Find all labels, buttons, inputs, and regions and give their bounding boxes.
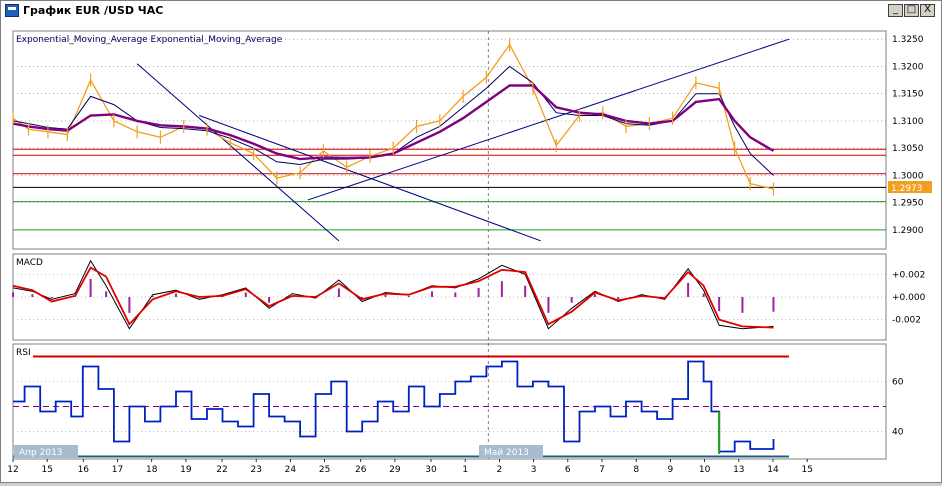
x-tick-label: 6: [565, 465, 571, 475]
x-tick-label: 7: [599, 465, 605, 475]
x-tick-label: 8: [633, 465, 639, 475]
x-tick-label: 29: [389, 465, 401, 475]
chart-app-icon: [5, 4, 19, 17]
minimize-button[interactable]: _: [888, 4, 903, 17]
rsi-panel-frame: [12, 343, 887, 460]
price-tick-label: 1.3150: [892, 90, 924, 100]
x-tick-label: 19: [180, 465, 192, 475]
x-tick-label: 10: [699, 465, 711, 475]
x-tick-label: 13: [733, 465, 744, 475]
x-tick-label: 14: [767, 465, 779, 475]
x-tick-label: 25: [319, 465, 330, 475]
price-tick-label: 1.3050: [892, 144, 924, 154]
x-tick-label: 26: [355, 465, 367, 475]
x-tick-label: 15: [801, 465, 812, 475]
price-panel-label: Exponential_Moving_Average Exponential_M…: [16, 35, 283, 45]
x-tick-label: 22: [216, 465, 227, 475]
price-tick-label: 1.2950: [892, 199, 924, 209]
price-tick-label: 1.2900: [892, 226, 924, 236]
x-tick-label: 23: [250, 465, 261, 475]
x-tick-label: 18: [146, 465, 158, 475]
maximize-button[interactable]: □: [904, 4, 919, 17]
x-tick-label: 16: [78, 465, 90, 475]
x-tick-label: 12: [7, 465, 18, 475]
price-tick-label: 1.3000: [892, 171, 924, 181]
x-tick-label: 15: [41, 465, 52, 475]
x-tick-label: 2: [497, 465, 503, 475]
window-title: График EUR /USD ЧАС: [23, 4, 164, 17]
rsi-panel-label: RSI: [16, 348, 31, 358]
chart-canvas[interactable]: 1.3250 1.3200 1.3150 1.3100 1.3050 1.3000 1.29…: [1, 21, 941, 482]
x-tick-label: 9: [668, 465, 674, 475]
price-tick-label: 1.3200: [892, 62, 924, 72]
x-tick-label: 17: [112, 465, 123, 475]
x-tick-label: 30: [425, 465, 437, 475]
macd-panel-label: MACD: [16, 258, 43, 268]
macd-tick-label: +0.002: [892, 270, 925, 280]
title-bar[interactable]: График EUR /USD ЧАС _ □ X: [1, 1, 941, 22]
macd-tick-label: -0.002: [892, 316, 921, 326]
price-tick-label: 1.3250: [892, 35, 924, 45]
price-tick-label: 1.3100: [892, 117, 924, 127]
current-price-label: 1.2973: [891, 184, 923, 194]
chart-window: График EUR /USD ЧАС _ □ X 1.3250 1.3200 1.…: [0, 0, 942, 483]
x-tick-label: 3: [531, 465, 537, 475]
rsi-tick-label: 40: [892, 428, 904, 438]
rsi-tick-label: 60: [892, 378, 904, 388]
x-tick-label: 24: [285, 465, 297, 475]
chart-area[interactable]: 1.3250 1.3200 1.3150 1.3100 1.3050 1.3000 1.29…: [1, 21, 941, 482]
macd-tick-label: +0.000: [892, 293, 926, 303]
period-label-may: Май 2013: [484, 448, 529, 458]
x-tick-label: 1: [462, 465, 468, 475]
period-label-april: Апр 2013: [19, 448, 63, 458]
close-button[interactable]: X: [920, 4, 935, 17]
